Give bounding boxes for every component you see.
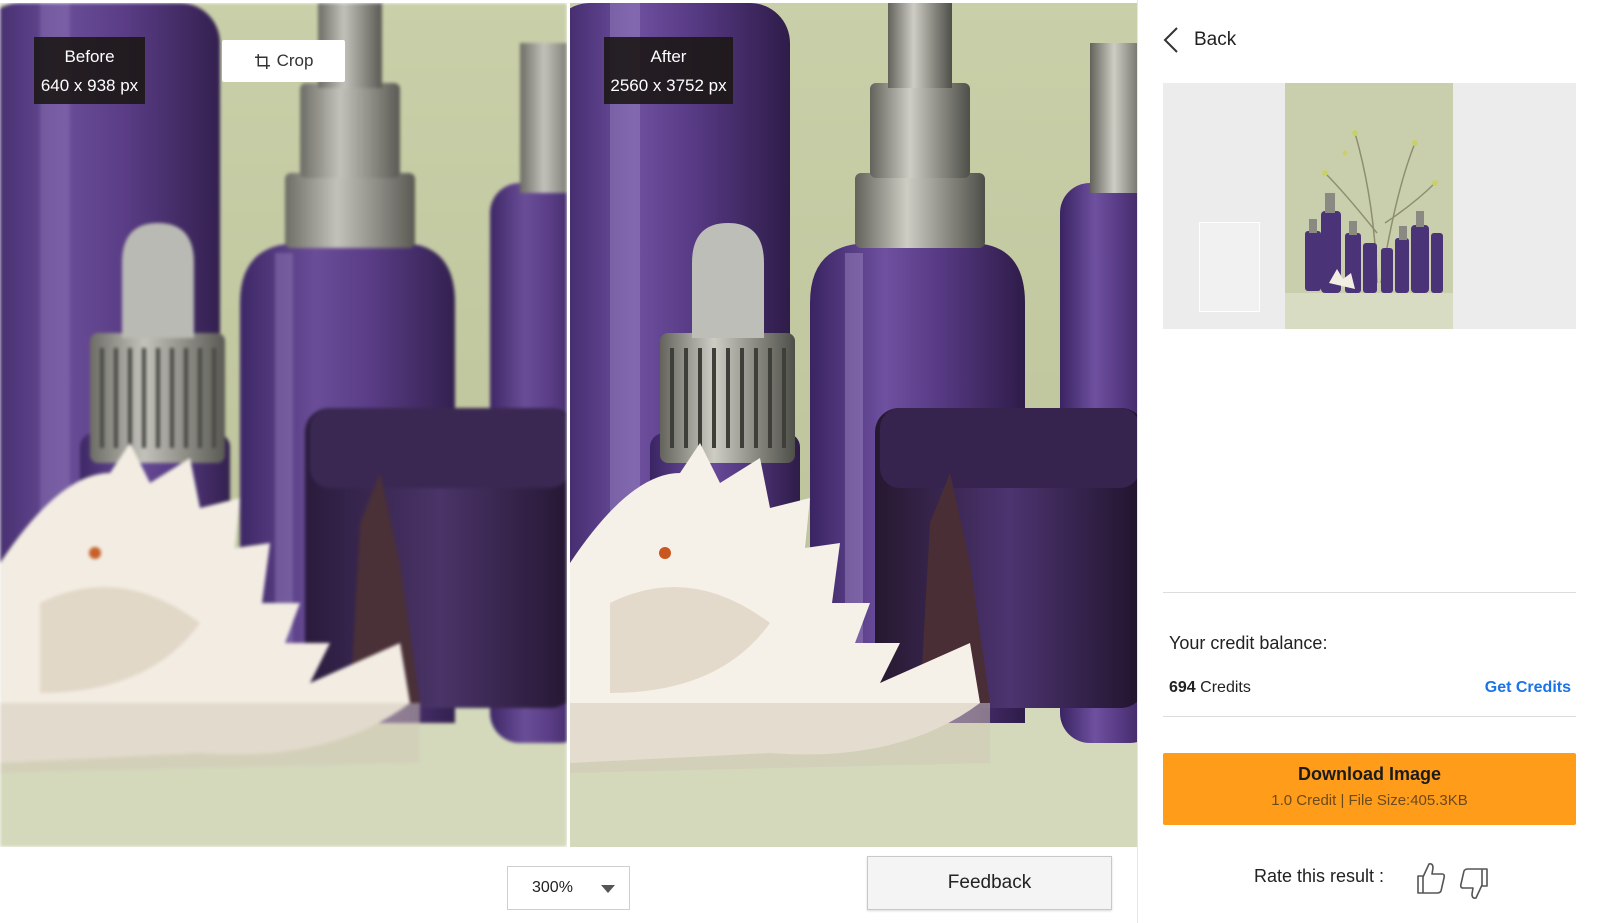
crop-label: Crop (276, 51, 314, 70)
after-dimensions: 2560 x 3752 px (610, 76, 727, 95)
before-dimensions: 640 x 938 px (40, 76, 139, 95)
back-label: Back (1194, 29, 1237, 50)
thumbs-down-button[interactable] (1458, 866, 1490, 904)
after-label: After (650, 47, 687, 66)
before-photo-illustration (0, 3, 567, 847)
chevron-left-icon (1163, 27, 1178, 53)
thumbs-down-icon (1459, 868, 1488, 899)
before-after-viewer[interactable]: Before 640 x 938 px Crop After 2560 x 37… (0, 3, 1137, 847)
preview-viewport-frame[interactable] (1199, 222, 1260, 312)
download-title: Download Image (1297, 764, 1441, 784)
after-size-tag: After 2560 x 3752 px (604, 37, 733, 104)
download-meta: 1.0 Credit | File Size:405.3KB (1271, 792, 1468, 809)
divider-bottom (1163, 716, 1576, 717)
back-button[interactable]: Back (1162, 26, 1236, 54)
caret-down-icon (601, 885, 615, 893)
thumbs-up-icon (1417, 863, 1446, 894)
download-image-button[interactable]: Download Image 1.0 Credit | File Size:40… (1163, 753, 1576, 825)
navigator-preview[interactable] (1163, 83, 1576, 329)
credit-unit: Credits (1200, 679, 1251, 696)
divider-top (1163, 592, 1576, 593)
credit-balance-label: Your credit balance: (1169, 633, 1328, 653)
rate-result-label: Rate this result : (1254, 866, 1385, 886)
credit-amount: 694 (1169, 679, 1196, 696)
upscale-result-app: Before 640 x 938 px Crop After 2560 x 37… (0, 0, 1600, 923)
after-photo-illustration (570, 3, 1137, 847)
before-label: Before (64, 47, 115, 66)
before-image (0, 3, 567, 847)
crop-button[interactable]: Crop (222, 40, 345, 82)
feedback-button[interactable]: Feedback (867, 856, 1112, 910)
thumbnail-illustration (1285, 83, 1453, 329)
preview-thumbnail (1285, 83, 1453, 329)
after-image (570, 3, 1137, 847)
result-side-panel: Back Your credit balance: 694 Credits Ge… (1137, 0, 1600, 923)
before-size-tag: Before 640 x 938 px (34, 37, 145, 104)
crop-icon (254, 53, 270, 69)
zoom-value: 300% (532, 879, 573, 896)
thumbs-up-button[interactable] (1415, 860, 1447, 898)
zoom-select[interactable]: 300% (507, 866, 630, 910)
credit-balance-value: 694 Credits (1169, 679, 1251, 697)
get-credits-link[interactable]: Get Credits (1485, 679, 1571, 697)
